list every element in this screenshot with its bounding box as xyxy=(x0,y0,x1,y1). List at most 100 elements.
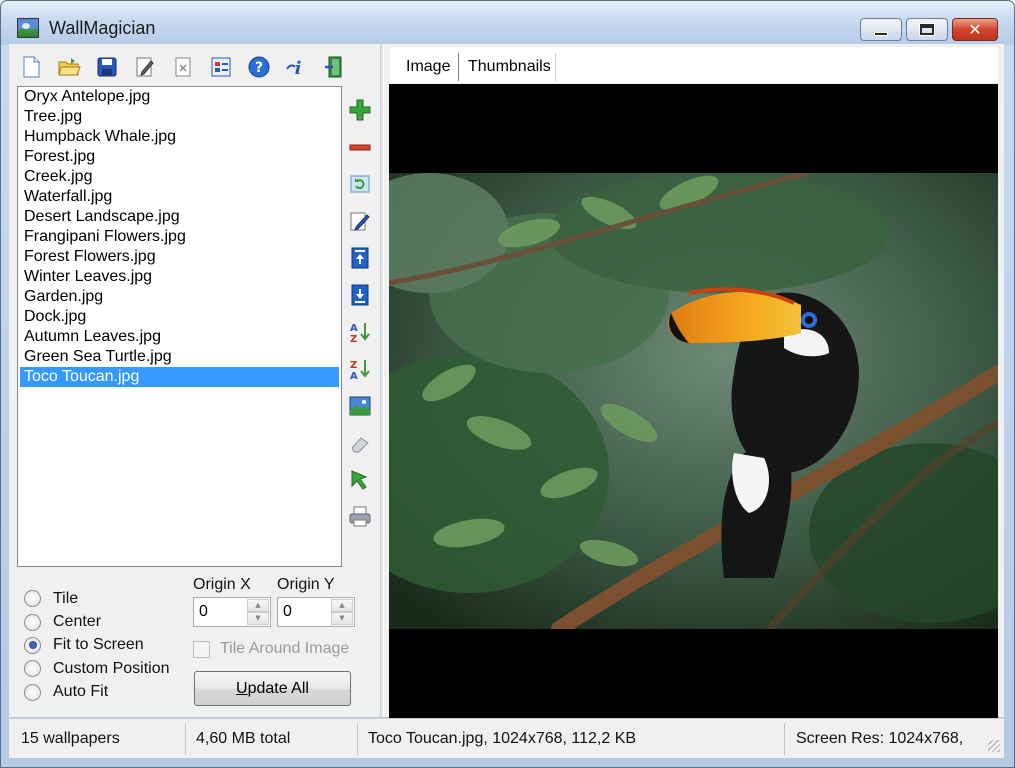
list-item[interactable]: Creek.jpg xyxy=(18,167,341,187)
add-wallpaper-button[interactable] xyxy=(346,91,374,128)
origin-y-down-button[interactable]: ▼ xyxy=(331,612,353,625)
refresh-button[interactable] xyxy=(346,165,374,202)
list-item[interactable]: Forest.jpg xyxy=(18,147,341,167)
layout-mode-auto-fit[interactable]: Auto Fit xyxy=(24,681,170,704)
close-file-button[interactable] xyxy=(167,52,198,82)
resize-grip[interactable] xyxy=(988,740,1000,752)
exit-button[interactable] xyxy=(319,52,350,82)
layout-mode-custom-position[interactable]: Custom Position xyxy=(24,657,170,680)
update-all-button[interactable]: Update All xyxy=(194,671,351,706)
rename-icon xyxy=(350,212,370,231)
open-button[interactable] xyxy=(53,52,84,82)
print-button[interactable] xyxy=(346,498,374,535)
radio-label: Center xyxy=(53,613,102,631)
origin-y-input[interactable] xyxy=(278,598,330,626)
tab-image[interactable]: Image xyxy=(398,52,458,81)
wallpaper-preview xyxy=(389,84,998,718)
status-wallpaper-count: 15 wallpapers xyxy=(21,730,120,747)
radio-button[interactable] xyxy=(24,613,41,631)
radio-label: Custom Position xyxy=(53,659,170,677)
list-item[interactable]: Frangipani Flowers.jpg xyxy=(18,227,341,247)
close-icon: ✕ xyxy=(968,19,982,39)
tile-around-checkbox[interactable]: Tile Around Image xyxy=(193,640,349,658)
radio-label: Tile xyxy=(53,589,79,607)
origin-y-up-button[interactable]: ▲ xyxy=(331,599,353,612)
radio-button[interactable] xyxy=(24,683,41,701)
sort-ascending-button[interactable]: AZ xyxy=(346,313,374,350)
window-title: WallMagician xyxy=(49,18,156,38)
list-item[interactable]: Garden.jpg xyxy=(18,287,341,307)
svg-text:A: A xyxy=(350,371,358,381)
status-divider xyxy=(185,723,186,755)
set-wallpaper-button[interactable] xyxy=(346,387,374,424)
remove-wallpaper-button[interactable] xyxy=(346,128,374,165)
list-item[interactable]: Winter Leaves.jpg xyxy=(18,267,341,287)
rename-button[interactable] xyxy=(346,202,374,239)
checkbox-box[interactable] xyxy=(193,640,210,658)
title-bar[interactable]: WallMagician ✕ xyxy=(1,1,1014,45)
sort-az-icon: AZ xyxy=(350,322,370,344)
new-button[interactable] xyxy=(15,52,46,82)
list-item[interactable]: Waterfall.jpg xyxy=(18,187,341,207)
radio-button[interactable] xyxy=(24,636,41,654)
open-folder-icon xyxy=(57,58,81,76)
help-icon: ? xyxy=(248,56,269,78)
svg-text:Z: Z xyxy=(350,334,357,344)
list-item[interactable]: Toco Toucan.jpg xyxy=(20,367,339,387)
radio-button[interactable] xyxy=(24,590,41,608)
svg-text:?: ? xyxy=(254,60,262,76)
layout-mode-tile[interactable]: Tile xyxy=(24,587,170,610)
remove-icon xyxy=(349,144,371,150)
radio-button[interactable] xyxy=(24,660,41,678)
new-document-icon xyxy=(23,56,39,78)
list-item[interactable]: Green Sea Turtle.jpg xyxy=(18,347,341,367)
layout-mode-fit-to-screen[interactable]: Fit to Screen xyxy=(24,634,170,657)
edit-button[interactable] xyxy=(129,52,160,82)
minimize-button[interactable] xyxy=(860,18,902,41)
layout-mode-center[interactable]: Center xyxy=(24,610,170,633)
tab-thumbnails[interactable]: Thumbnails xyxy=(460,52,559,81)
wallpaper-list[interactable]: Oryx Antelope.jpg Tree.jpg Humpback Whale.… xyxy=(17,86,342,567)
pane-splitter[interactable] xyxy=(380,44,384,717)
chevron-down-icon: ▼ xyxy=(339,614,345,622)
svg-text:i: i xyxy=(294,58,301,79)
origin-x-stepper: ▲ ▼ xyxy=(193,597,271,627)
options-icon xyxy=(211,57,230,77)
list-item[interactable]: Tree.jpg xyxy=(18,107,341,127)
origin-x-up-button[interactable]: ▲ xyxy=(247,599,269,612)
layout-mode-group: Tile Center Fit to Screen Custom Position Au… xyxy=(24,587,170,704)
list-item[interactable]: Autumn Leaves.jpg xyxy=(18,327,341,347)
refresh-icon xyxy=(350,175,370,192)
svg-text:A: A xyxy=(350,323,358,334)
close-file-icon xyxy=(175,57,190,77)
list-item[interactable]: Dock.jpg xyxy=(18,307,341,327)
list-item[interactable]: Oryx Antelope.jpg xyxy=(18,87,341,107)
clear-button[interactable] xyxy=(346,424,374,461)
close-button[interactable]: ✕ xyxy=(952,18,998,41)
chevron-down-icon: ▼ xyxy=(255,614,261,622)
move-top-button[interactable] xyxy=(346,239,374,276)
radio-label: Fit to Screen xyxy=(53,636,144,654)
origin-x-down-button[interactable]: ▼ xyxy=(247,612,269,625)
options-button[interactable] xyxy=(205,52,236,82)
move-bottom-button[interactable] xyxy=(346,276,374,313)
tab-divider xyxy=(555,53,556,81)
sort-descending-button[interactable]: ZA xyxy=(346,350,374,387)
origin-x-input[interactable] xyxy=(194,598,246,626)
toucan-photo xyxy=(389,173,998,629)
list-item[interactable]: Forest Flowers.jpg xyxy=(18,247,341,267)
list-item[interactable]: Desert Landscape.jpg xyxy=(18,207,341,227)
apply-button[interactable] xyxy=(346,461,374,498)
tab-divider xyxy=(458,53,459,81)
move-bottom-icon xyxy=(351,284,369,305)
status-divider xyxy=(357,723,358,755)
radio-label: Auto Fit xyxy=(53,683,109,701)
maximize-button[interactable] xyxy=(906,18,948,41)
save-button[interactable] xyxy=(91,52,122,82)
minimize-icon xyxy=(874,31,888,36)
info-button[interactable]: i xyxy=(281,52,312,82)
help-button[interactable]: ? xyxy=(243,52,274,82)
list-item[interactable]: Humpback Whale.jpg xyxy=(18,127,341,147)
eraser-icon xyxy=(351,436,369,452)
origin-y-stepper: ▲ ▼ xyxy=(277,597,355,627)
